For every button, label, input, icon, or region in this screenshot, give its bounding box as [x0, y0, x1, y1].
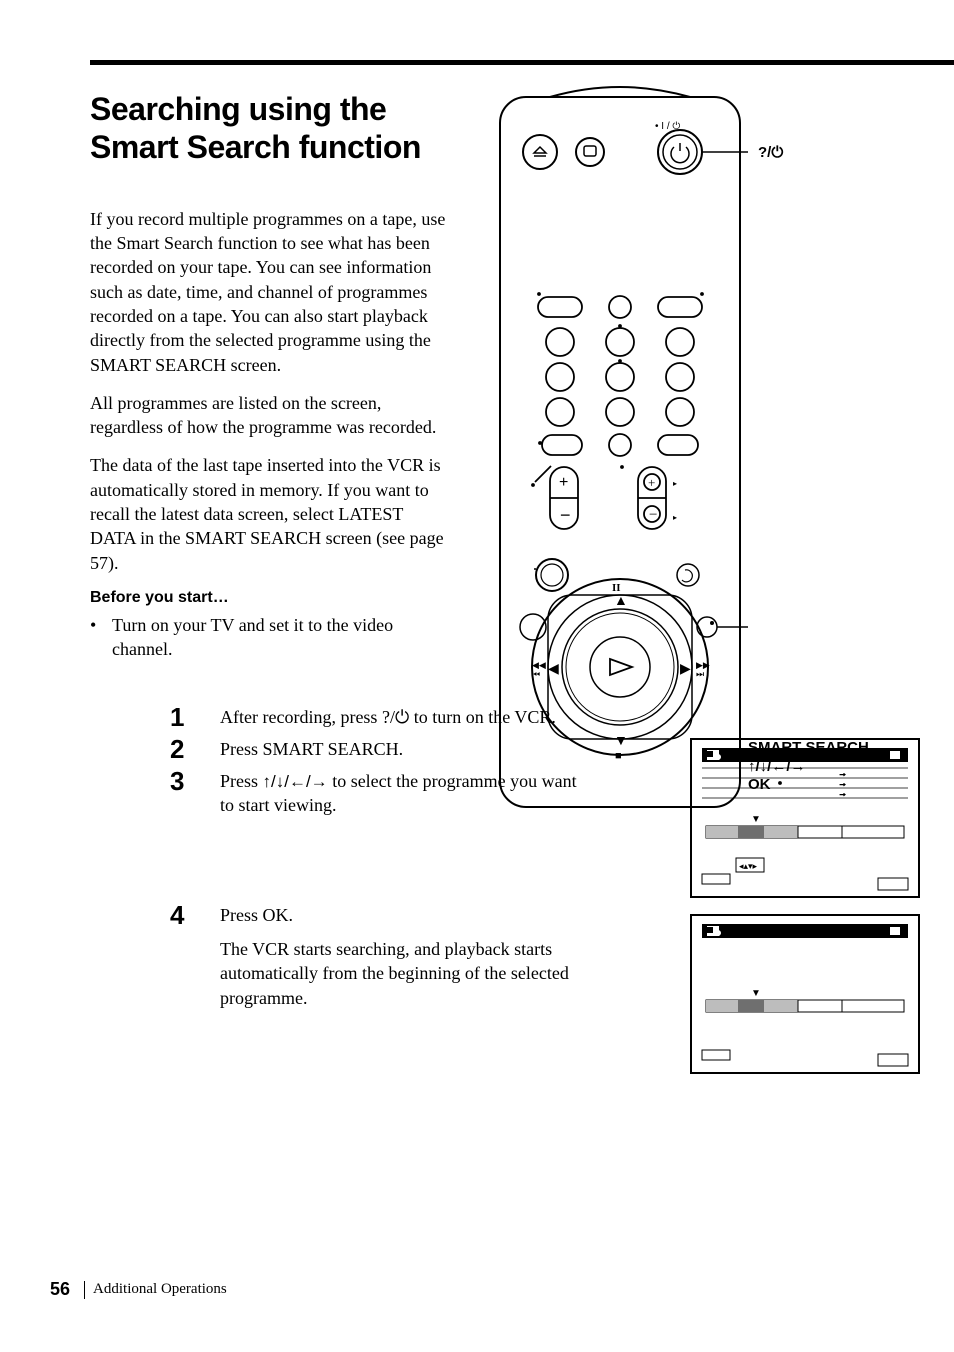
page-footer: 56 Additional Operations	[50, 1279, 227, 1300]
step-text: Press ↑/↓/←/→ to select the programme yo…	[220, 766, 590, 818]
arrow-keys-label: ↑/↓/←/→	[263, 772, 328, 791]
paragraph-2: All programmes are listed on the screen,…	[90, 391, 450, 440]
step-number: 3	[170, 766, 220, 794]
paragraph-3: The data of the last tape inserted into …	[90, 453, 450, 574]
svg-text:+: +	[559, 474, 568, 491]
step-number: 1	[170, 702, 220, 730]
svg-text:II: II	[612, 582, 621, 594]
svg-text:• I / ⏻: • I / ⏻	[655, 121, 680, 132]
svg-text:⏭: ⏭	[696, 669, 704, 679]
before-you-start-heading: Before you start…	[90, 589, 450, 607]
svg-text:⏮: ⏮	[532, 669, 540, 679]
footer-divider	[84, 1281, 85, 1299]
paragraph-1: If you record multiple programmes on a t…	[90, 207, 450, 377]
power-icon: ⏻	[771, 144, 783, 161]
svg-text:▲: ▲	[614, 594, 628, 609]
svg-text:▸: ▸	[673, 479, 677, 488]
svg-text:▶: ▶	[680, 662, 691, 677]
step-1: 1 After recording, press ?/⏻ to turn on …	[170, 702, 884, 730]
power-label-text: ?/	[758, 144, 771, 161]
osd-screen-2: ▼	[690, 914, 920, 1074]
svg-text:−: −	[649, 507, 657, 523]
osd-screen-1: → → → ▼ ◂▴▾▸	[690, 738, 920, 898]
page-title: Searching using the Smart Search functio…	[90, 90, 450, 167]
callout-power: ?/⏻	[758, 144, 783, 161]
svg-text:▼: ▼	[751, 814, 761, 825]
steps-list: 1 After recording, press ?/⏻ to turn on …	[170, 702, 884, 1010]
bullet-item: • Turn on your TV and set it to the vide…	[90, 613, 450, 662]
step-text: Press SMART SEARCH.	[220, 734, 590, 761]
step-text: Press OK. The VCR starts searching, and …	[220, 900, 590, 1010]
svg-text:→: →	[838, 788, 847, 798]
page-number: 56	[50, 1279, 70, 1300]
svg-text:▼: ▼	[751, 988, 761, 999]
svg-text:→: →	[838, 778, 847, 788]
step-number: 2	[170, 734, 220, 762]
bullet-dot: •	[90, 613, 112, 662]
step-4-paragraph: The VCR starts searching, and playback s…	[220, 937, 590, 1010]
top-rule	[90, 60, 954, 65]
svg-text:▸: ▸	[673, 513, 677, 522]
svg-text:◂▴▾▸: ◂▴▾▸	[739, 861, 758, 871]
svg-text:◀: ◀	[548, 662, 559, 677]
step-number: 4	[170, 900, 220, 928]
svg-text:→: →	[838, 768, 847, 778]
power-key-label: ?/⏻	[382, 707, 409, 727]
step-text: After recording, press ?/⏻ to turn on th…	[220, 702, 590, 729]
svg-text:+: +	[648, 475, 655, 490]
section-label: Additional Operations	[93, 1281, 227, 1298]
bullet-text: Turn on your TV and set it to the video …	[112, 613, 450, 662]
svg-text:−: −	[560, 505, 571, 525]
